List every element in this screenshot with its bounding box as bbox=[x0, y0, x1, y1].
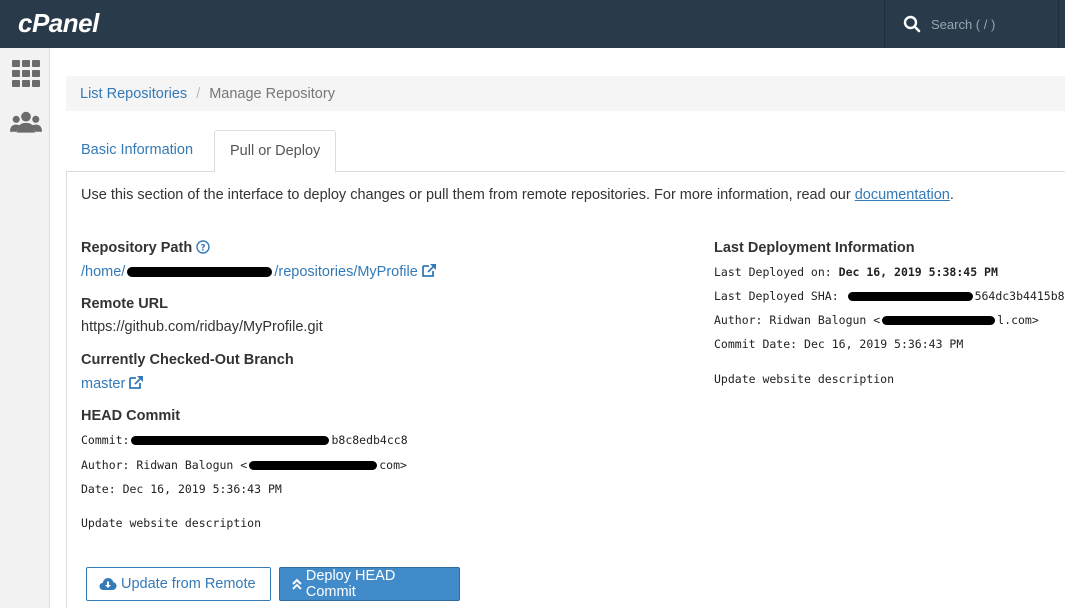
sidebar bbox=[0, 48, 50, 608]
remote-url-value: https://github.com/ridbay/MyProfile.git bbox=[81, 319, 323, 335]
grid-icon[interactable] bbox=[10, 58, 42, 90]
head-commit-sha: Commit: b8c8edb4cc8 bbox=[81, 433, 408, 447]
svg-text:?: ? bbox=[201, 244, 206, 254]
last-deployment-message: Update website description bbox=[714, 372, 895, 386]
head-commit-message: Update website description bbox=[81, 516, 262, 530]
last-deployment-title: Last Deployment Information bbox=[714, 240, 915, 256]
update-from-remote-button[interactable]: Update from Remote bbox=[86, 567, 271, 601]
cloud-download-icon bbox=[99, 578, 117, 590]
tab-pull-or-deploy[interactable]: Pull or Deploy bbox=[214, 130, 337, 173]
branch-label: Currently Checked-Out Branch bbox=[81, 352, 294, 368]
head-commit-title: HEAD Commit bbox=[81, 408, 181, 424]
external-link-icon bbox=[129, 376, 144, 389]
search-input[interactable] bbox=[931, 16, 1041, 32]
intro-text: Use this section of the interface to dep… bbox=[81, 187, 954, 203]
external-link-icon bbox=[421, 264, 436, 277]
remote-url-label: Remote URL bbox=[81, 296, 169, 312]
tab-bar: Basic Information Pull or Deploy bbox=[66, 130, 1065, 173]
repository-path-link[interactable]: /home//repositories/MyProfile bbox=[81, 263, 437, 280]
users-icon[interactable] bbox=[10, 106, 42, 138]
branch-link[interactable]: master bbox=[81, 375, 144, 392]
last-deployed-sha: Last Deployed SHA: 564dc3b4415b8c bbox=[714, 289, 1065, 303]
breadcrumb-list-repositories[interactable]: List Repositories bbox=[80, 86, 187, 102]
redaction-mark bbox=[127, 267, 273, 278]
redaction-mark bbox=[249, 461, 378, 470]
breadcrumb: List Repositories / Manage Repository bbox=[66, 76, 1065, 111]
help-icon[interactable]: ? bbox=[196, 240, 210, 254]
breadcrumb-current: Manage Repository bbox=[209, 85, 335, 102]
last-deployed-on: Last Deployed on: Dec 16, 2019 5:38:45 P… bbox=[714, 265, 998, 279]
redaction-mark bbox=[847, 292, 973, 301]
last-deployment-commit-date: Commit Date: Dec 16, 2019 5:36:43 PM bbox=[714, 337, 964, 351]
head-commit-date: Date: Dec 16, 2019 5:36:43 PM bbox=[81, 482, 282, 496]
repository-path-label: Repository Path? bbox=[81, 240, 210, 256]
head-commit-author: Author: Ridwan Balogun < com> bbox=[81, 458, 407, 472]
cpanel-logo[interactable]: cPanel bbox=[18, 8, 99, 39]
breadcrumb-separator: / bbox=[196, 85, 201, 102]
top-bar: cPanel bbox=[0, 0, 1065, 48]
redaction-mark bbox=[882, 316, 996, 325]
search-box[interactable] bbox=[884, 0, 1059, 48]
deploy-head-commit-button[interactable]: Deploy HEAD Commit bbox=[279, 567, 460, 601]
search-icon bbox=[903, 15, 921, 33]
documentation-link[interactable]: documentation bbox=[855, 187, 950, 203]
tab-panel bbox=[66, 171, 1065, 608]
chevron-double-up-icon bbox=[292, 578, 302, 590]
last-deployment-author: Author: Ridwan Balogun < l.com> bbox=[714, 313, 1039, 327]
redaction-mark bbox=[131, 436, 330, 445]
tab-basic-information[interactable]: Basic Information bbox=[66, 130, 208, 172]
